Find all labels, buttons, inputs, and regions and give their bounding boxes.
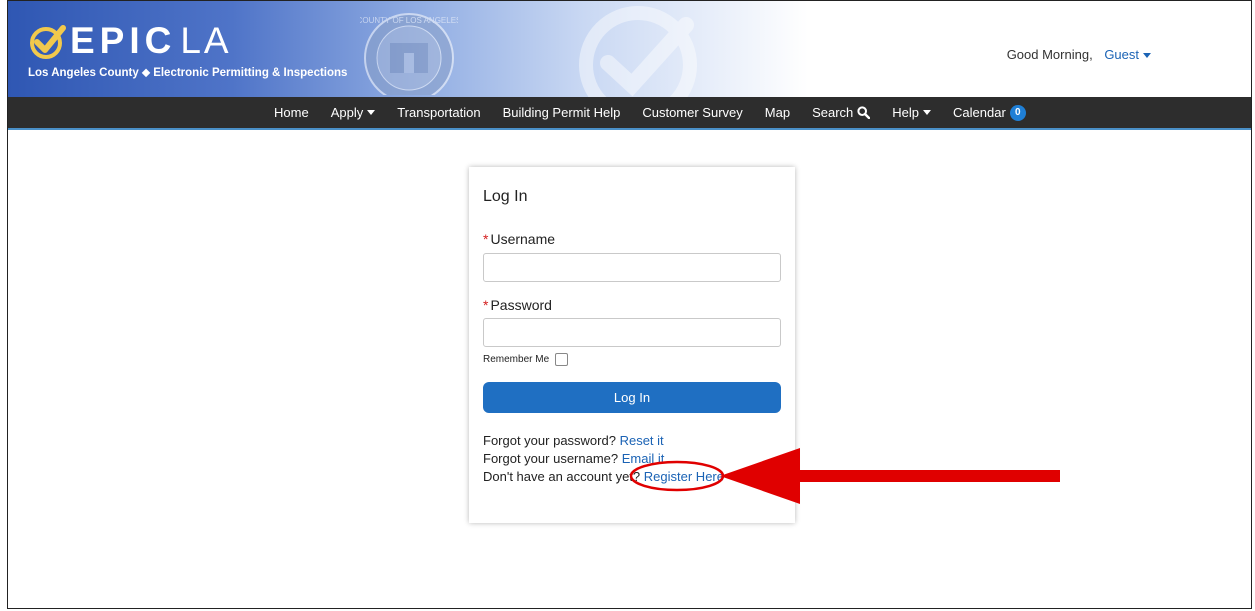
logo-la-text: LA [180,20,232,61]
forgot-username-text: Forgot your username? [483,451,619,466]
nav-calendar[interactable]: Calendar 0 [953,104,1026,121]
login-title: Log In [483,188,528,205]
nav-search-label: Search [812,105,854,120]
nav-customer-survey[interactable]: Customer Survey [642,105,742,120]
forgot-username-line: Forgot your username? Email it [483,451,664,466]
nav-apply[interactable]: Apply [331,105,376,120]
svg-text:COUNTY OF LOS ANGELES: COUNTY OF LOS ANGELES [360,16,458,25]
required-marker: * [483,231,489,247]
nav-transportation[interactable]: Transportation [397,105,480,120]
guest-label: Guest [1104,47,1139,62]
remember-me: Remember Me [483,353,569,366]
login-button[interactable]: Log In [483,382,781,413]
greeting-text: Good Morning, [1006,47,1093,62]
login-card: Log In * Username * Password Remember Me L… [469,167,795,523]
username-input[interactable] [483,253,781,282]
logo-epic-text: EPIC [70,20,177,61]
password-label-text: Password [490,297,552,313]
chevron-down-icon [1143,53,1151,59]
main-navigation: Home Apply Transportation Building Permi… [8,97,1251,130]
search-icon [857,106,871,119]
no-account-text: Don't have an account yet? [483,469,641,484]
nav-help[interactable]: Help [892,105,932,120]
nav-map[interactable]: Map [765,105,790,120]
guest-menu[interactable]: Guest [1104,47,1151,62]
forgot-password-line: Forgot your password? Reset it [483,433,664,448]
user-greeting: Good Morning, Guest [1007,47,1151,62]
remember-me-checkbox[interactable] [555,353,569,366]
chevron-down-icon [367,110,376,115]
logo-tagline: Los Angeles County ⬥ Electronic Permitti… [28,67,348,79]
logo-check-icon [30,25,66,59]
username-label: * Username [483,231,555,247]
calendar-count-badge: 0 [1009,104,1026,121]
nav-building-permit-help[interactable]: Building Permit Help [503,105,621,120]
register-line: Don't have an account yet? Register Here [483,469,724,484]
nav-help-label: Help [892,105,920,120]
email-username-link[interactable]: Email it [622,451,665,466]
chevron-down-icon [923,110,932,115]
reset-password-link[interactable]: Reset it [620,433,664,448]
password-input[interactable] [483,318,781,347]
county-seal-icon: COUNTY OF LOS ANGELES [360,13,458,95]
password-label: * Password [483,297,552,313]
site-header: COUNTY OF LOS ANGELES EPIC LA Los Angele… [8,1,1251,97]
username-label-text: Username [490,231,556,247]
nav-apply-label: Apply [330,105,364,120]
nav-search[interactable]: Search [812,105,871,120]
watermark-check-icon [579,6,697,97]
browser-frame: COUNTY OF LOS ANGELES EPIC LA Los Angele… [7,0,1252,609]
nav-home[interactable]: Home [274,105,309,120]
nav-calendar-label: Calendar [953,105,1006,120]
required-marker: * [483,297,489,313]
forgot-password-text: Forgot your password? [483,433,616,448]
epic-la-logo[interactable]: EPIC LA [28,21,232,61]
register-link[interactable]: Register Here [644,469,724,484]
remember-me-label: Remember Me [483,354,550,365]
